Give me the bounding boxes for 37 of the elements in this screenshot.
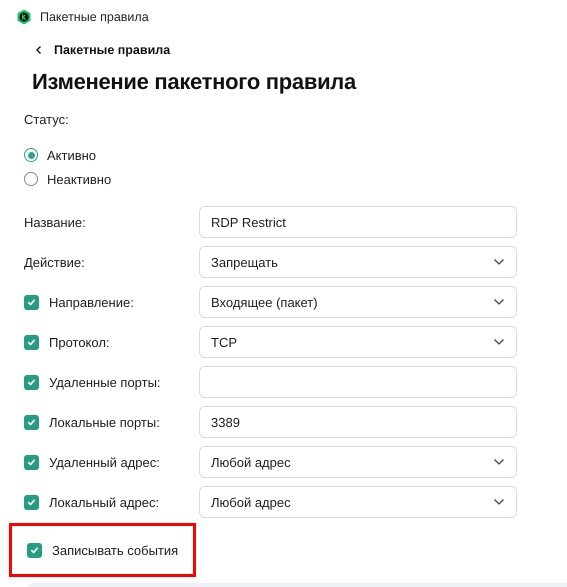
- back-link[interactable]: Пакетные правила: [34, 40, 170, 60]
- dropdown[interactable]: Входящее (пакет): [199, 286, 517, 318]
- input-field[interactable]: [199, 366, 517, 398]
- field-label: Действие:: [24, 254, 85, 270]
- field-label: Локальный адрес:: [49, 494, 160, 510]
- dropdown[interactable]: Запрещать: [199, 246, 517, 278]
- caret-icon: [493, 498, 505, 506]
- page-heading: Изменение пакетного правила: [32, 68, 358, 96]
- field-label: Название:: [24, 214, 86, 230]
- checkbox[interactable]: [24, 374, 39, 390]
- radio-option[interactable]: Активно: [24, 146, 567, 164]
- app-logo-icon: [16, 9, 32, 25]
- field-label: Удаленные порты:: [49, 374, 161, 390]
- caret-icon: [493, 298, 505, 306]
- checkbox[interactable]: [24, 334, 39, 350]
- back-chevron-icon: [34, 45, 44, 55]
- input-field[interactable]: 3389: [199, 406, 517, 438]
- checkbox[interactable]: [24, 454, 39, 470]
- checkbox-label: Записывать события: [52, 542, 178, 558]
- caret-icon: [493, 458, 505, 466]
- field-label: Удаленный адрес:: [49, 454, 160, 470]
- dropdown[interactable]: TCP: [199, 326, 517, 358]
- status-label: Статус:: [24, 112, 70, 129]
- window-title: Пакетные правила: [40, 10, 149, 24]
- checkbox[interactable]: [24, 494, 39, 510]
- dropdown[interactable]: Любой адрес: [199, 446, 517, 478]
- radio-option[interactable]: Неактивно: [24, 170, 567, 188]
- field-label: Протокол:: [49, 334, 110, 350]
- field-label: Локальные порты:: [49, 414, 160, 430]
- checkbox[interactable]: [24, 294, 39, 310]
- caret-icon: [493, 338, 505, 346]
- input-field[interactable]: RDP Restrict: [199, 206, 517, 238]
- checkbox[interactable]: [27, 542, 42, 558]
- caret-icon: [493, 258, 505, 266]
- field-label: Направление:: [49, 294, 134, 310]
- checkbox[interactable]: [24, 414, 39, 430]
- dropdown[interactable]: Любой адрес: [199, 486, 517, 518]
